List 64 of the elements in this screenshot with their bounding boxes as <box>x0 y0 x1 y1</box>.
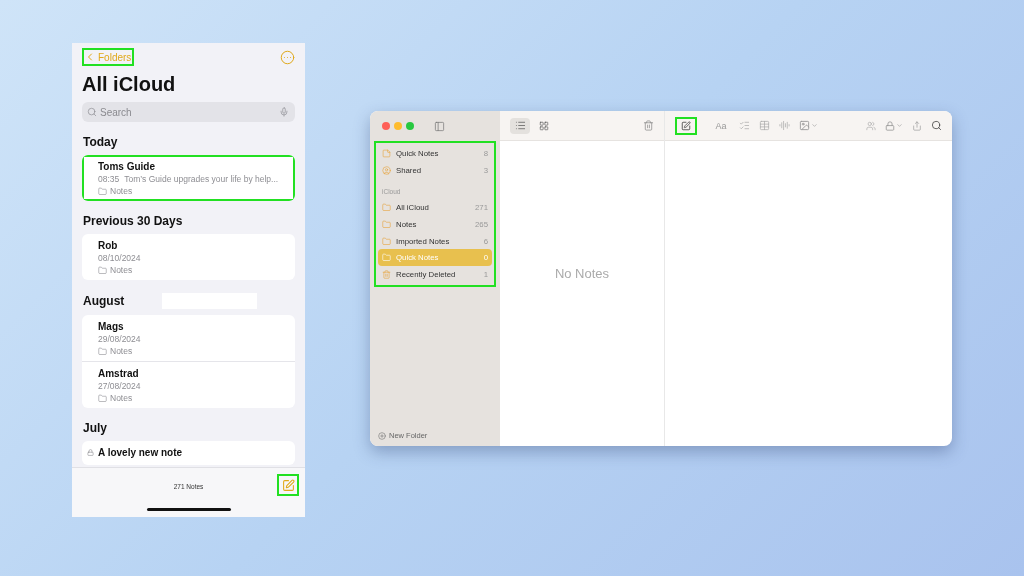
note-folder: Notes <box>110 393 133 403</box>
sidebar-toggle-icon <box>434 120 445 132</box>
section-heading: August <box>83 294 125 308</box>
trash-icon <box>643 120 654 131</box>
note-time: 08/10/2024 <box>98 253 141 263</box>
caret-icon <box>811 122 818 129</box>
folder-icon <box>382 253 391 263</box>
trash-icon <box>382 269 391 279</box>
note-row[interactable]: Toms Guide 08:35 Tom’s Guide upgrades your life by help... Notes <box>82 155 295 201</box>
microphone-icon <box>279 107 289 117</box>
folder-icon <box>98 186 107 196</box>
folder-icon <box>98 393 107 403</box>
image-icon <box>799 120 810 131</box>
lock-icon <box>87 449 94 456</box>
add-icon <box>378 431 386 440</box>
section-heading: July <box>83 421 107 435</box>
note-time: 27/08/2024 <box>98 381 141 391</box>
folder-icon <box>382 236 391 246</box>
compose-button[interactable] <box>675 116 697 135</box>
note-row[interactable]: Mags 29/08/2024 Notes <box>82 315 295 361</box>
list-icon <box>514 120 526 131</box>
compose-button[interactable] <box>277 474 299 496</box>
empty-message: No Notes <box>553 265 611 283</box>
note-folder: Notes <box>110 265 133 275</box>
more-icon <box>280 49 295 65</box>
note-title: Mags <box>98 321 125 332</box>
folder-icon <box>98 265 107 275</box>
note-time: 08:35 <box>98 174 120 184</box>
folder-icon <box>382 219 391 229</box>
page-title: All iCloud <box>82 73 177 96</box>
note-folder: Notes <box>110 346 133 356</box>
caret-icon <box>896 122 903 129</box>
note-title: Amstrad <box>98 368 140 379</box>
note-title: A lovely new note <box>98 447 184 458</box>
folder-icon <box>98 346 107 356</box>
note-title: Toms Guide <box>98 161 157 172</box>
lock-icon <box>885 120 895 131</box>
share-icon <box>912 120 922 131</box>
grid-icon <box>539 120 549 131</box>
note-folder: Notes <box>110 186 133 196</box>
search-icon <box>931 120 942 131</box>
view-button[interactable] <box>510 117 530 134</box>
section-heading: Previous 30 Days <box>83 214 183 228</box>
zoom-button[interactable] <box>406 122 414 130</box>
note-row[interactable]: A lovely new note <box>82 441 295 465</box>
note-row[interactable]: Rob 08/10/2024 Notes <box>82 234 295 280</box>
note-time: 29/08/2024 <box>98 334 141 344</box>
note-title: Rob <box>98 240 119 251</box>
minimize-button[interactable] <box>394 122 402 130</box>
close-button[interactable] <box>382 122 390 130</box>
note-preview: Tom’s Guide upgrades your life by help... <box>124 174 279 184</box>
search-field[interactable]: Search <box>82 102 295 122</box>
person-icon <box>382 165 391 175</box>
table-icon <box>759 120 770 131</box>
section-heading: Today <box>83 135 118 149</box>
note-icon <box>382 148 391 158</box>
checklist-icon <box>739 120 750 131</box>
note-row[interactable]: Amstrad 27/08/2024 Notes <box>82 361 295 408</box>
audio-icon <box>779 120 790 131</box>
compose-icon <box>281 478 295 492</box>
compose-icon <box>681 120 691 131</box>
collaborate-icon <box>866 120 876 131</box>
search-icon <box>87 107 97 117</box>
folder-icon <box>382 203 391 213</box>
